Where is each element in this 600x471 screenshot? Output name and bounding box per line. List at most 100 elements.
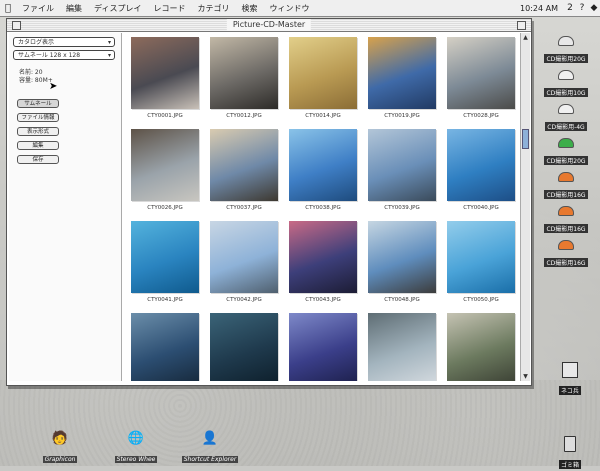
scroll-thumb[interactable] bbox=[522, 129, 529, 149]
menu-file[interactable]: ファイル bbox=[16, 3, 60, 14]
thumbnail-item[interactable]: CTY0048.JPG bbox=[362, 217, 442, 309]
menubar-clock[interactable]: 10:24 AM bbox=[514, 4, 564, 13]
thumbnail-item[interactable]: CTY0057.JPG bbox=[204, 309, 284, 381]
app-graphicon-label: Graphicon bbox=[42, 456, 78, 463]
thumbnail-image[interactable] bbox=[131, 37, 199, 109]
thumbnail-caption: CTY0050.JPG bbox=[463, 297, 499, 303]
thumbnail-item[interactable]: CTY0026.JPG bbox=[125, 125, 205, 217]
disk-volume[interactable]: CD撮影用20G bbox=[536, 138, 596, 165]
thumbnail-caption: CTY0019.JPG bbox=[384, 113, 420, 119]
thumbnail-item[interactable]: CTY0019.JPG bbox=[362, 33, 442, 125]
thumbnail-item[interactable]: CTY0038.JPG bbox=[283, 125, 363, 217]
tray-badge-icon[interactable]: 2 bbox=[564, 3, 576, 13]
thumbnail-image[interactable] bbox=[368, 37, 436, 109]
scroll-down-icon[interactable]: ▼ bbox=[521, 372, 530, 381]
thumbnail-item[interactable]: CTY0001.JPG bbox=[125, 33, 205, 125]
menu-category[interactable]: カテゴリ bbox=[191, 3, 235, 14]
vertical-scrollbar[interactable]: ▲ ▼ bbox=[520, 33, 530, 381]
thumbnail-image[interactable] bbox=[447, 313, 515, 381]
view-mode-select[interactable]: カタログ表示 ▾ bbox=[13, 37, 115, 47]
menu-search[interactable]: 検索 bbox=[235, 3, 263, 14]
app-switcher-icon[interactable]: ◆ bbox=[588, 3, 600, 13]
thumbnail-item[interactable]: CTY0037.JPG bbox=[204, 125, 284, 217]
thumbnail-item[interactable]: CTY0042.JPG bbox=[204, 217, 284, 309]
thumbnail-image[interactable] bbox=[131, 221, 199, 293]
apple-menu-icon[interactable]:  bbox=[0, 3, 16, 14]
thumbnail-caption: CTY0028.JPG bbox=[463, 113, 499, 119]
window-titlebar[interactable]: Picture-CD-Master bbox=[7, 19, 531, 32]
thumbnail-image[interactable] bbox=[289, 221, 357, 293]
thumbnail-image[interactable] bbox=[289, 37, 357, 109]
thumbnail-image[interactable] bbox=[210, 313, 278, 381]
thumbnail-item[interactable]: CTY0039.JPG bbox=[362, 125, 442, 217]
thumbnail-image[interactable] bbox=[447, 221, 515, 293]
menu-bar:  ファイル 編集 ディスプレイ レコード カテゴリ 検索 ウィンドウ 10:2… bbox=[0, 0, 600, 17]
hard-disk[interactable]: ネコ兵 bbox=[548, 362, 592, 397]
thumbnail-caption: CTY0039.JPG bbox=[384, 205, 420, 211]
thumbnail-image[interactable] bbox=[368, 221, 436, 293]
disk-volume[interactable]: CD撮影用16G bbox=[536, 206, 596, 233]
close-box-icon[interactable] bbox=[12, 21, 21, 30]
help-icon[interactable]: ? bbox=[576, 3, 588, 13]
thumbnail-image[interactable] bbox=[131, 313, 199, 381]
thumbnail-image[interactable] bbox=[447, 37, 515, 109]
thumbnail-caption: CTY0001.JPG bbox=[147, 113, 183, 119]
disk-volume[interactable]: CD撮影用-4G bbox=[536, 104, 596, 131]
thumbnail-image[interactable] bbox=[368, 129, 436, 201]
disk-volume[interactable]: CD撮影用16G bbox=[536, 172, 596, 199]
menu-record[interactable]: レコード bbox=[147, 3, 191, 14]
thumbnail-item[interactable]: CTY0041.JPG bbox=[125, 217, 205, 309]
thumbnail-image[interactable] bbox=[210, 129, 278, 201]
view-mode-value: カタログ表示 bbox=[18, 39, 55, 46]
zoom-box-icon[interactable] bbox=[517, 21, 526, 30]
thumbnail-image[interactable] bbox=[447, 129, 515, 201]
menu-window[interactable]: ウィンドウ bbox=[263, 3, 315, 14]
app-stereo[interactable]: 🌐 Stereo Whee bbox=[106, 432, 166, 465]
disk-icon bbox=[558, 206, 574, 216]
trash-icon bbox=[564, 436, 576, 452]
chevron-down-icon: ▾ bbox=[107, 52, 111, 59]
disk-volume[interactable]: CD撮影用20G bbox=[536, 36, 596, 63]
thumbnail-image[interactable] bbox=[368, 313, 436, 381]
app-graphicon[interactable]: 🧑 Graphicon bbox=[30, 432, 90, 465]
thumbnail-item[interactable]: CTY0014.JPG bbox=[283, 33, 363, 125]
disk-icon bbox=[558, 138, 574, 148]
file-info-button[interactable]: ファイル情報 bbox=[17, 113, 59, 122]
disk-label: CD撮影用20G bbox=[544, 54, 588, 63]
thumbnail-image[interactable] bbox=[210, 37, 278, 109]
thumbnail-item[interactable]: CTY0043.JPG bbox=[283, 217, 363, 309]
disk-volume[interactable]: CD撮影用16G bbox=[536, 240, 596, 267]
thumbnail-item[interactable]: CTY0040.JPG bbox=[441, 125, 519, 217]
menu-edit[interactable]: 編集 bbox=[60, 3, 88, 14]
app-stereo-icon: 🌐 bbox=[127, 431, 145, 446]
menu-display[interactable]: ディスプレイ bbox=[88, 3, 147, 14]
edit-button[interactable]: 編集 bbox=[17, 141, 59, 150]
disk-icon bbox=[558, 70, 574, 80]
thumbnail-image[interactable] bbox=[289, 129, 357, 201]
thumbnail-item[interactable]: CTY0058.JPG bbox=[283, 309, 363, 381]
disk-icon bbox=[558, 104, 574, 114]
thumbnail-item[interactable]: CTY0050.JPG bbox=[441, 217, 519, 309]
thumbnail-image[interactable] bbox=[289, 313, 357, 381]
thumbnail-button[interactable]: サムネール bbox=[17, 99, 59, 108]
thumbnail-caption: CTY0043.JPG bbox=[305, 297, 341, 303]
thumbnail-image[interactable] bbox=[131, 129, 199, 201]
thumbnail-caption: CTY0014.JPG bbox=[305, 113, 341, 119]
app-shortcut-explorer[interactable]: 👤 Shortcut Explorer bbox=[180, 432, 240, 465]
thumb-size-select[interactable]: サムネール 128 x 128 ▾ bbox=[13, 50, 115, 60]
save-button[interactable]: 保存 bbox=[17, 155, 59, 164]
thumbnail-item[interactable]: CTY0012.JPG bbox=[204, 33, 284, 125]
disk-volume[interactable]: CD撮影用10G bbox=[536, 70, 596, 97]
disk-label: CD撮影用-4G bbox=[545, 122, 587, 131]
scroll-up-icon[interactable]: ▲ bbox=[521, 33, 530, 42]
hard-disk-label: ネコ兵 bbox=[559, 386, 581, 395]
thumbnail-item[interactable]: CTY0064.JPG bbox=[441, 309, 519, 381]
format-button[interactable]: 表示形式 bbox=[17, 127, 59, 136]
thumbnail-item[interactable]: CTY0055.JPG bbox=[125, 309, 205, 381]
app-shortcut-icon: 👤 bbox=[201, 431, 219, 446]
disk-icon bbox=[558, 36, 574, 46]
thumbnail-caption: CTY0048.JPG bbox=[384, 297, 420, 303]
thumbnail-item[interactable]: CTY0028.JPG bbox=[441, 33, 519, 125]
thumbnail-image[interactable] bbox=[210, 221, 278, 293]
thumbnail-item[interactable]: CTY0063.JPG bbox=[362, 309, 442, 381]
